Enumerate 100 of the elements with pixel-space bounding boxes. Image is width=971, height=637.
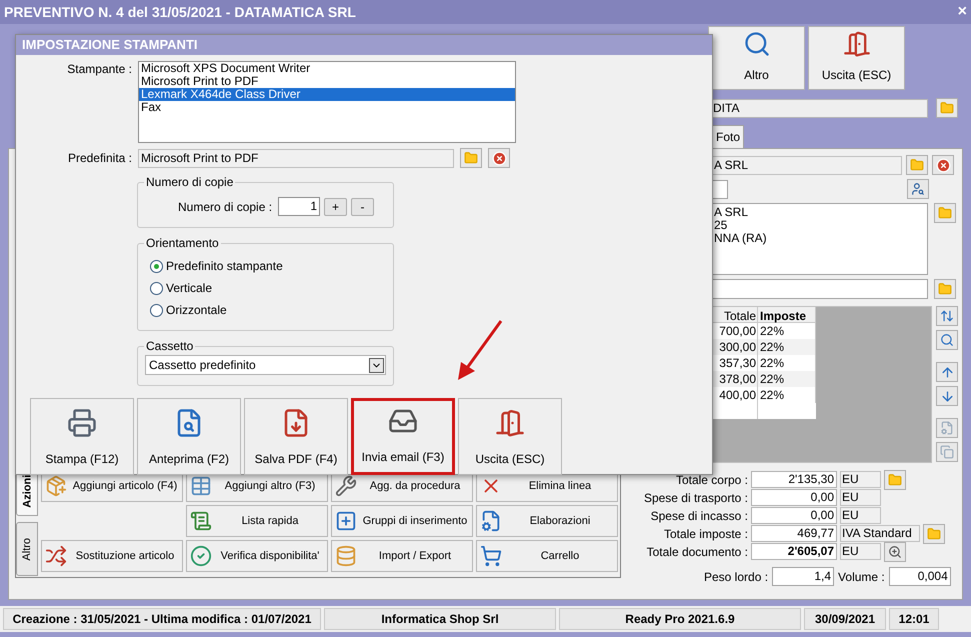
close-icon (936, 158, 950, 172)
up-down-arrow-icon (940, 309, 954, 323)
action-button[interactable]: Carrello (476, 540, 618, 572)
clear-button[interactable] (488, 148, 510, 168)
action-button[interactable]: Lista rapida (186, 505, 328, 537)
tray-select[interactable]: Cassetto predefinito (145, 355, 386, 375)
list-item[interactable]: Microsoft XPS Document Writer (139, 62, 515, 75)
action-button[interactable]: Sostituzione articolo (41, 540, 183, 572)
group-title: Numero di copie (144, 174, 236, 190)
swap-icon (45, 545, 67, 567)
list-item[interactable]: Microsoft Print to PDF (139, 75, 515, 88)
radio-option[interactable]: Predefinito stampante (150, 258, 393, 274)
address-line: 25 (714, 219, 728, 232)
annotation-arrow (455, 318, 505, 382)
text-field[interactable]: DITA (710, 98, 928, 118)
dialog-title: IMPOSTAZIONE STAMPANTI (16, 35, 712, 55)
group-add-icon (335, 510, 357, 532)
radio-option[interactable]: Verticale (150, 280, 393, 296)
dialog-action-button[interactable]: Salva PDF (F4) (244, 398, 348, 475)
tab[interactable]: Foto (712, 125, 744, 148)
vertical-tab[interactable]: Altro (16, 522, 38, 576)
field-label: Spese di trasporto : (642, 490, 748, 506)
unit-field[interactable]: EU (840, 507, 881, 524)
move-up-button[interactable] (936, 362, 958, 382)
dialog-action-button[interactable]: Anteprima (F2) (137, 398, 241, 475)
folder-icon (927, 526, 941, 540)
folder-icon (938, 206, 952, 220)
column-header[interactable]: Imposte (758, 307, 816, 322)
toolbar-button[interactable]: Altro (708, 26, 805, 90)
folder-icon (888, 472, 902, 486)
field-label: Totale imposte : (662, 526, 748, 542)
database-icon (335, 545, 357, 567)
folder-icon (910, 158, 924, 172)
status-bar-segment: Informatica Shop Srl (324, 608, 556, 630)
table-icon (190, 475, 212, 497)
radio-button[interactable] (150, 304, 163, 316)
clear-button[interactable] (932, 155, 954, 175)
status-bar-segment: Ready Pro 2021.6.9 (559, 608, 801, 630)
customer-field[interactable]: A SRL (712, 156, 902, 174)
list-item[interactable]: Fax (139, 101, 515, 114)
field-label: Stampante : (66, 61, 132, 78)
unit-field[interactable]: IVA Standard (840, 525, 920, 542)
increment-button[interactable]: + (324, 198, 348, 216)
cart-icon (480, 545, 502, 567)
field-label: Spese di incasso : (650, 508, 748, 524)
search-icon (742, 30, 770, 58)
dialog-action-button[interactable]: Uscita (ESC) (458, 398, 562, 475)
amount-field[interactable]: 2'605,07 (751, 543, 837, 560)
gear-document-icon (940, 421, 954, 435)
code-field[interactable] (712, 180, 728, 198)
unit-field[interactable]: EU (840, 489, 881, 506)
person-search-icon (911, 182, 925, 196)
dialog-action-button[interactable]: Invia email (F3) (351, 398, 455, 475)
amount-field[interactable]: 0,00 (751, 489, 837, 506)
reorder-button[interactable] (936, 306, 958, 326)
printer-icon (67, 408, 97, 438)
decrement-button[interactable]: - (351, 198, 374, 216)
check-icon (190, 545, 212, 567)
dialog-action-button[interactable]: Stampa (F12) (30, 398, 134, 475)
window-title: PREVENTIVO N. 4 del 31/05/2021 - DATAMATICA SRL (4, 2, 356, 22)
list-item[interactable]: Lexmark X464de Class Driver (139, 88, 515, 101)
copies-field[interactable]: 1 (278, 197, 320, 216)
customer-search-button[interactable] (907, 179, 929, 199)
folder-icon (938, 282, 952, 296)
door-icon (842, 30, 870, 58)
measure-field[interactable]: 1,4 (772, 567, 834, 586)
address-box[interactable]: A SRL 25 NNA (RA) (712, 203, 928, 275)
address-line: NNA (RA) (714, 232, 768, 245)
amount-field[interactable]: 0,00 (751, 507, 837, 524)
close-button[interactable]: × (958, 4, 967, 20)
amount-field[interactable]: 2'135,30 (751, 471, 837, 488)
zoom-button[interactable] (884, 542, 906, 562)
action-button[interactable]: Import / Export (331, 540, 473, 572)
door-icon (495, 408, 525, 438)
status-bar-segment: 12:01 (889, 608, 939, 630)
scroll-icon (190, 510, 212, 532)
field-label: Totale corpo : (674, 472, 748, 488)
action-button[interactable]: Elaborazioni (476, 505, 618, 537)
table-cell: 22% (758, 387, 816, 403)
zoom-in-icon (888, 544, 902, 558)
field-label: Volume : (838, 568, 885, 586)
amount-field[interactable]: 469,77 (751, 525, 837, 542)
down-arrow-icon (940, 388, 954, 404)
unit-field[interactable]: EU (840, 471, 881, 488)
action-button[interactable]: Verifica disponibilita' (186, 540, 328, 572)
copy-icon (940, 445, 954, 459)
measure-field[interactable]: 0,004 (888, 567, 951, 586)
folder-icon (940, 101, 954, 115)
radio-button[interactable] (150, 282, 163, 294)
text-field[interactable] (712, 279, 928, 299)
radio-button[interactable] (150, 260, 163, 272)
unit-field[interactable]: EU (840, 543, 881, 560)
toolbar-button[interactable]: Uscita (ESC) (808, 26, 905, 90)
radio-option[interactable]: Orizzontale (150, 302, 393, 318)
action-button[interactable]: Gruppi di inserimento (331, 505, 473, 537)
search-icon (940, 333, 954, 347)
search-button[interactable] (936, 330, 958, 350)
default-printer-field[interactable]: Microsoft Print to PDF (138, 148, 454, 168)
move-down-button[interactable] (936, 386, 958, 406)
status-bar-segment: 30/09/2021 (804, 608, 886, 630)
